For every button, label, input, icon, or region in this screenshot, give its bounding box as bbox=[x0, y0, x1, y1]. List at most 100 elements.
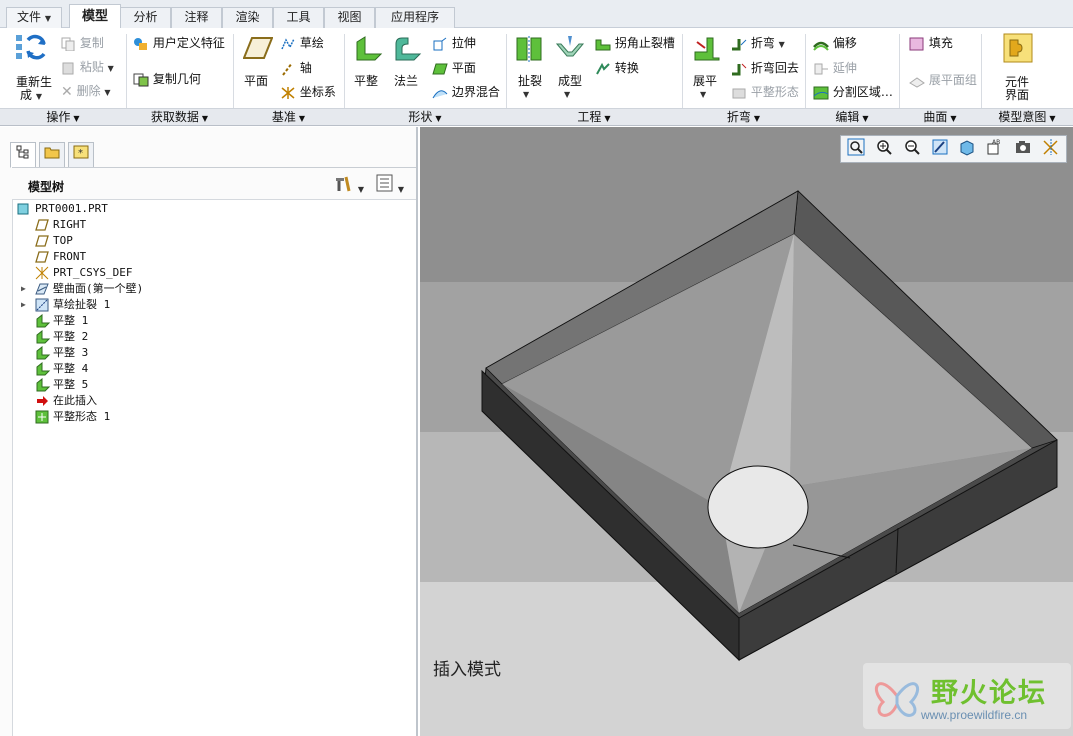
tab-favorites[interactable]: * bbox=[68, 142, 94, 168]
flange-button[interactable] bbox=[392, 34, 422, 64]
repaint-button[interactable] bbox=[928, 138, 952, 160]
tab-analysis[interactable]: 分析 bbox=[120, 7, 171, 28]
group-label-operations[interactable]: 操作 ▼ bbox=[0, 109, 126, 126]
paste-icon bbox=[62, 62, 74, 74]
sketch-button[interactable]: 草绘 bbox=[280, 34, 324, 51]
zoom-out-button[interactable] bbox=[900, 138, 924, 160]
csys-icon bbox=[35, 266, 49, 280]
tree-item-label: 平整形态 1 bbox=[53, 410, 111, 423]
tree-show-button[interactable]: ▼ bbox=[376, 174, 404, 195]
group-label-editing[interactable]: 编辑 ▼ bbox=[805, 109, 899, 126]
model-tree-header: 模型树 ▼ ▼ bbox=[12, 167, 416, 199]
tab-model-tree[interactable] bbox=[10, 142, 36, 168]
group-label-bends[interactable]: 折弯 ▼ bbox=[682, 109, 805, 126]
display-style-button[interactable] bbox=[956, 138, 980, 160]
extend-button[interactable]: 延伸 bbox=[813, 59, 857, 76]
tree-item[interactable]: ▶ 草绘扯裂 1 bbox=[21, 297, 110, 313]
model-viewport[interactable] bbox=[420, 127, 1073, 736]
refit-button[interactable] bbox=[844, 138, 868, 160]
tree-item-label: FRONT bbox=[53, 250, 87, 263]
group-label-model-intent[interactable]: 模型意图 ▼ bbox=[981, 109, 1073, 126]
tree-item[interactable]: 平整形态 1 bbox=[35, 409, 110, 425]
rip-dropdown[interactable]: ▼ bbox=[523, 86, 529, 100]
datum-plane-button[interactable] bbox=[243, 34, 273, 62]
tree-item-label: TOP bbox=[53, 234, 73, 247]
saved-orientations-button[interactable]: AB bbox=[983, 138, 1007, 160]
group-label-datum[interactable]: 基准 ▼ bbox=[233, 109, 344, 126]
corner-relief-button[interactable]: 拐角止裂槽 bbox=[595, 34, 675, 51]
tab-file-label: 文件 bbox=[17, 10, 42, 24]
flat-wall-icon bbox=[36, 377, 51, 392]
tree-item[interactable]: 在此插入 bbox=[35, 393, 97, 409]
expand-arrow-icon[interactable]: ▶ bbox=[21, 284, 30, 293]
flat-wall-icon bbox=[356, 36, 383, 61]
boundary-blend-button[interactable]: 边界混合 bbox=[432, 83, 500, 100]
delete-button[interactable]: ✕ 删除 ▼ bbox=[61, 82, 111, 100]
extrude-button[interactable]: 拉伸 bbox=[432, 34, 476, 51]
group-label-surfaces[interactable]: 曲面 ▼ bbox=[899, 109, 981, 126]
chevron-down-icon: ▼ bbox=[523, 90, 530, 99]
zoom-out-icon bbox=[905, 140, 920, 155]
copy-button[interactable]: 复制 bbox=[61, 34, 104, 51]
paste-button[interactable]: 粘贴 ▼ bbox=[61, 58, 114, 75]
tree-settings-button[interactable]: ▼ bbox=[334, 174, 364, 195]
tab-model[interactable]: 模型 bbox=[69, 4, 121, 29]
flat-pattern-group-button[interactable]: 展平面组 bbox=[909, 71, 977, 88]
udf-button[interactable]: 用户定义特征 bbox=[133, 34, 225, 51]
bend-button[interactable]: 折弯 ▼ bbox=[731, 34, 785, 51]
datum-display-button[interactable] bbox=[1039, 138, 1063, 160]
group-label-shapes[interactable]: 形状 ▼ bbox=[344, 109, 506, 126]
boundary-blend-icon bbox=[432, 89, 448, 98]
graphics-window[interactable]: AB 插入模式 野火论坛 www.proewildfire.cn bbox=[420, 127, 1073, 736]
wall-icon bbox=[35, 283, 49, 295]
split-area-button[interactable]: 分割区域… bbox=[813, 83, 893, 100]
tree-item[interactable]: 平整 2 bbox=[35, 329, 88, 345]
tab-tools[interactable]: 工具 bbox=[273, 7, 324, 28]
zoom-in-button[interactable] bbox=[872, 138, 896, 160]
tree-item[interactable]: PRT0001.PRT bbox=[17, 201, 108, 217]
tab-view[interactable]: 视图 bbox=[324, 7, 375, 28]
tree-item[interactable]: 平整 3 bbox=[35, 345, 88, 361]
convert-button[interactable]: 转换 bbox=[595, 59, 639, 76]
flat-state-button[interactable]: 平整形态 bbox=[731, 83, 799, 100]
tree-item[interactable]: TOP bbox=[35, 233, 73, 249]
datum-plane-icon bbox=[243, 37, 273, 59]
fill-button[interactable]: 填充 bbox=[909, 34, 953, 51]
axis-button[interactable]: 轴 bbox=[280, 59, 312, 76]
flat-wall-label: 平整 bbox=[354, 74, 379, 88]
component-interface-button[interactable] bbox=[1002, 32, 1034, 64]
tree-item[interactable]: PRT_CSYS_DEF bbox=[35, 265, 132, 281]
regenerate-icon bbox=[16, 34, 46, 60]
tab-render[interactable]: 渲染 bbox=[222, 7, 273, 28]
group-label-engineering[interactable]: 工程 ▼ bbox=[506, 109, 682, 126]
tree-item[interactable]: RIGHT bbox=[35, 217, 86, 233]
form-button[interactable] bbox=[555, 34, 585, 64]
unbend-button[interactable] bbox=[691, 34, 721, 64]
flat-wall-button[interactable] bbox=[353, 34, 383, 64]
csys-button[interactable]: 坐标系 bbox=[280, 83, 336, 100]
regenerate-button[interactable] bbox=[14, 32, 48, 66]
sketch-rip-icon bbox=[35, 298, 49, 312]
tab-folder-browser[interactable] bbox=[39, 142, 65, 168]
expand-arrow-icon[interactable]: ▶ bbox=[21, 300, 30, 309]
form-dropdown[interactable]: ▼ bbox=[564, 86, 570, 100]
tab-annotate[interactable]: 注释 bbox=[171, 7, 222, 28]
tree-item[interactable]: ▶ 壁曲面(第一个壁) bbox=[21, 281, 143, 297]
corner-relief-icon bbox=[595, 39, 611, 50]
tree-item[interactable]: 平整 5 bbox=[35, 377, 88, 393]
unbend-dropdown[interactable]: ▼ bbox=[700, 86, 706, 100]
rip-button[interactable] bbox=[514, 34, 544, 64]
tree-item[interactable]: 平整 1 bbox=[35, 313, 88, 329]
tab-applications[interactable]: 应用程序 bbox=[375, 7, 455, 28]
bend-back-button[interactable]: 折弯回去 bbox=[731, 59, 799, 76]
tree-item[interactable]: FRONT bbox=[35, 249, 86, 265]
plane-surface-button[interactable]: 平面 bbox=[432, 59, 476, 76]
offset-button[interactable]: 偏移 bbox=[813, 34, 857, 51]
tab-file[interactable]: 文件 ▼ bbox=[6, 7, 62, 28]
flat-wall-icon bbox=[36, 361, 51, 376]
copy-geometry-button[interactable]: 复制几何 bbox=[133, 70, 201, 87]
tree-item[interactable]: 平整 4 bbox=[35, 361, 88, 377]
view-manager-button[interactable] bbox=[1011, 138, 1035, 160]
model-tree-title: 模型树 bbox=[28, 180, 65, 194]
group-label-get-data[interactable]: 获取数据 ▼ bbox=[126, 109, 233, 126]
